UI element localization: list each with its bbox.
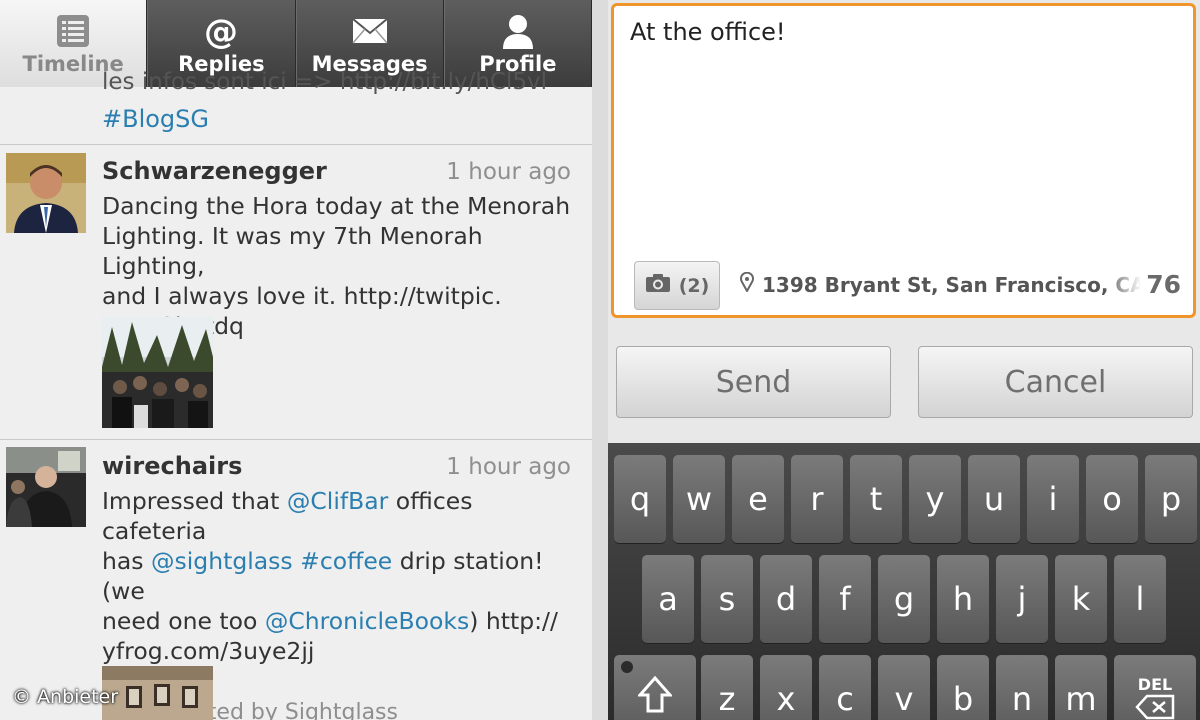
attach-photo-button[interactable]: (2)	[634, 261, 720, 310]
location-text: 1398 Bryant St, San Francisco, CA 94103	[762, 272, 1140, 297]
clipped-hashtag-link[interactable]: #BlogSG	[102, 105, 209, 133]
shift-arrow-icon	[636, 675, 674, 720]
tweet-text-segment: Impressed that	[102, 487, 287, 515]
tweet-text-line: Dancing the Hora today at the Menorah	[102, 192, 571, 220]
hashtag-link[interactable]: #coffee	[300, 547, 392, 575]
compose-panel: At the office! (2) 1398 Bryant St, San F…	[608, 0, 1200, 720]
delete-label: DEL	[1137, 674, 1173, 694]
clipped-tweet-text: les infos sont ici => http://bit.ly/hCl5…	[102, 69, 548, 95]
key-r[interactable]: r	[791, 455, 843, 543]
tweet-text-line: has @sightglass #coffee drip station! (w…	[102, 546, 582, 606]
key-m[interactable]: m	[1055, 655, 1107, 720]
tweet-photo-thumbnail[interactable]	[102, 317, 213, 428]
mention-link[interactable]: @sightglass	[151, 547, 293, 575]
key-d[interactable]: d	[760, 555, 812, 643]
person-icon	[501, 12, 535, 50]
tweet-text-line: need one too @ChronicleBooks) http://	[102, 606, 582, 636]
mention-link[interactable]: @ChronicleBooks	[265, 607, 469, 635]
key-h[interactable]: h	[937, 555, 989, 643]
tweet-username[interactable]: Schwarzenegger	[102, 157, 327, 185]
location-fade	[1104, 264, 1142, 308]
tweet-text: Impressed that @ClifBar offices cafeteri…	[102, 486, 582, 666]
cancel-button[interactable]: Cancel	[918, 346, 1193, 418]
key-j[interactable]: j	[996, 555, 1048, 643]
key-z[interactable]: z	[701, 655, 753, 720]
tweet-text-segment: has	[102, 547, 152, 575]
photo-count: (2)	[678, 274, 710, 297]
key-p[interactable]: p	[1145, 455, 1197, 543]
timeline-icon	[56, 12, 90, 50]
tweet-text-line: and I always love it. http://twitpic.	[102, 282, 502, 310]
key-n[interactable]: n	[996, 655, 1048, 720]
key-y[interactable]: y	[909, 455, 961, 543]
backspace-icon	[1135, 694, 1175, 720]
key-f[interactable]: f	[819, 555, 871, 643]
location-display[interactable]: 1398 Bryant St, San Francisco, CA 94103	[740, 272, 1140, 297]
shift-key[interactable]	[614, 655, 696, 720]
onscreen-keyboard: q w e r t y u i o p a s d f g h j k l z …	[608, 443, 1200, 720]
key-k[interactable]: k	[1055, 555, 1107, 643]
character-count: 76	[1146, 270, 1181, 299]
key-w[interactable]: w	[673, 455, 725, 543]
caps-indicator	[621, 661, 633, 673]
avatar[interactable]	[6, 153, 86, 233]
divider	[0, 144, 592, 145]
svg-text:@: @	[204, 13, 238, 49]
key-o[interactable]: o	[1086, 455, 1138, 543]
key-b[interactable]: b	[937, 655, 989, 720]
key-s[interactable]: s	[701, 555, 753, 643]
tweet-text-line: Impressed that @ClifBar offices cafeteri…	[102, 486, 582, 546]
tweet-timestamp: 1 hour ago	[446, 454, 571, 480]
tweet-timestamp: 1 hour ago	[446, 159, 571, 185]
tweet-text-segment: need one too	[102, 607, 265, 635]
send-button[interactable]: Send	[616, 346, 891, 418]
timeline-panel: Timeline @ Replies Messages Profile les …	[0, 0, 592, 720]
key-i[interactable]: i	[1027, 455, 1079, 543]
image-credit: © Anbieter	[12, 686, 119, 708]
envelope-icon	[351, 12, 388, 50]
key-u[interactable]: u	[968, 455, 1020, 543]
avatar[interactable]	[6, 447, 86, 527]
key-e[interactable]: e	[732, 455, 784, 543]
key-l[interactable]: l	[1114, 555, 1166, 643]
divider	[0, 439, 592, 440]
location-pin-icon	[740, 272, 754, 297]
key-t[interactable]: t	[850, 455, 902, 543]
tweet-text-segment: ) http://	[469, 607, 558, 635]
key-x[interactable]: x	[760, 655, 812, 720]
tweet-photo-thumbnail[interactable]	[102, 666, 213, 720]
key-a[interactable]: a	[642, 555, 694, 643]
key-v[interactable]: v	[878, 655, 930, 720]
key-c[interactable]: c	[819, 655, 871, 720]
camera-icon	[645, 273, 671, 298]
key-q[interactable]: q	[614, 455, 666, 543]
tweet-username[interactable]: wirechairs	[102, 452, 242, 480]
tweet-text-input[interactable]: At the office!	[630, 18, 786, 46]
tweet-text-line: Lighting. It was my 7th Menorah Lighting…	[102, 222, 483, 280]
at-sign-icon: @	[203, 12, 239, 50]
key-g[interactable]: g	[878, 555, 930, 643]
compose-box[interactable]: At the office! (2) 1398 Bryant St, San F…	[611, 3, 1196, 318]
mention-link[interactable]: @ClifBar	[287, 487, 388, 515]
delete-key[interactable]: DEL	[1114, 655, 1196, 720]
tweet-text-line: yfrog.com/3uye2jj	[102, 637, 315, 665]
